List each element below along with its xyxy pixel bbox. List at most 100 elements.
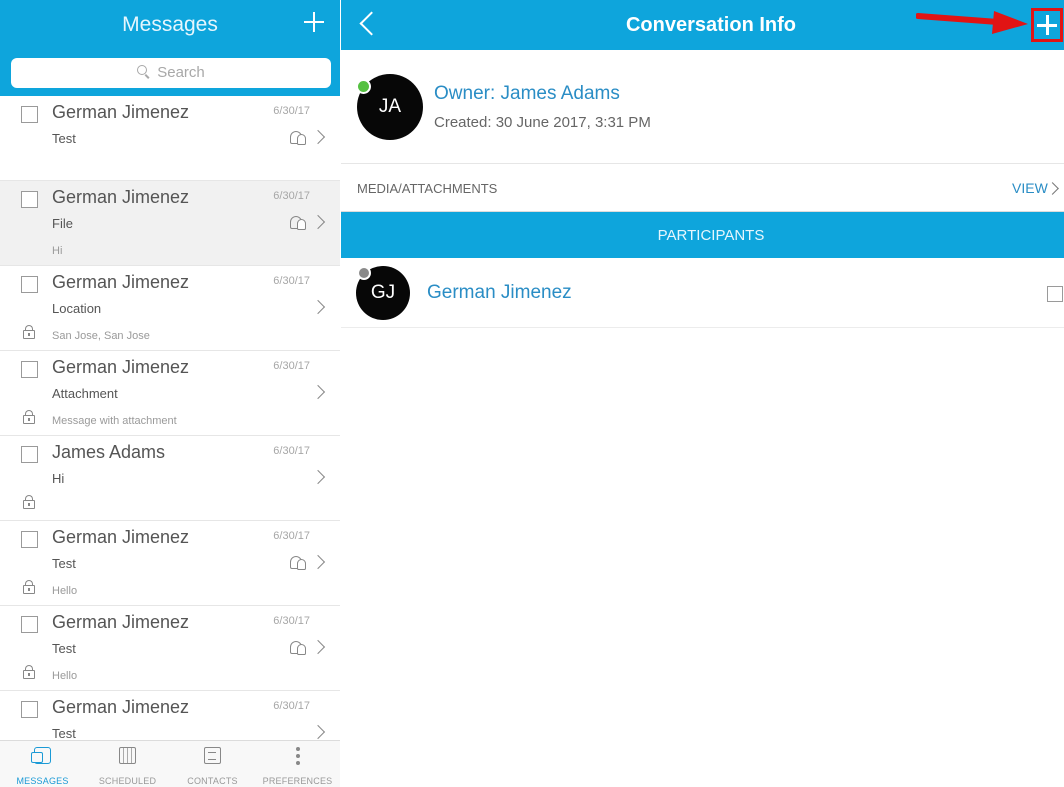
message-checkbox[interactable] [21, 531, 38, 548]
message-list-item[interactable]: German Jimenez 6/30/17 Test Hello [0, 606, 340, 691]
message-list-item[interactable]: German Jimenez 6/30/17 Test [0, 96, 340, 181]
message-date: 6/30/17 [273, 360, 310, 372]
message-subject: Test [52, 131, 76, 146]
message-sender: German Jimenez [52, 187, 190, 207]
search-placeholder: Search [157, 64, 205, 81]
lock-icon [23, 665, 35, 679]
message-preview: Hello [52, 670, 78, 682]
red-arrow-annotation-icon [916, 11, 1028, 34]
media-attachments-label: MEDIA/ATTACHMENTS [357, 181, 498, 196]
message-date: 6/30/17 [273, 190, 310, 202]
chevron-right-icon [310, 469, 326, 485]
message-list-item[interactable]: German Jimenez 6/30/17 Attachment Message w… [0, 351, 340, 436]
message-list-item[interactable]: German Jimenez 6/30/17 Test Hello [0, 521, 340, 606]
message-sender: German Jimenez [52, 357, 190, 377]
message-checkbox[interactable] [21, 106, 38, 123]
message-sender: James Adams [52, 442, 166, 462]
lock-icon [23, 580, 35, 594]
message-list-item[interactable]: James Adams 6/30/17 Hi [0, 436, 340, 521]
message-list: German Jimenez 6/30/17 Test German Jimenez 6… [0, 96, 340, 740]
chevron-right-icon [310, 639, 326, 655]
chevron-right-icon [310, 554, 326, 570]
message-sender: German Jimenez [52, 102, 190, 122]
message-preview: Hi [52, 245, 63, 257]
message-date: 6/30/17 [273, 275, 310, 287]
conversation-info-pane: Conversation Info JA Owner: James Adams … [341, 0, 1064, 787]
message-checkbox[interactable] [21, 276, 38, 293]
tab-label: MESSAGES [16, 776, 69, 786]
lock-icon [23, 495, 35, 509]
message-date: 6/30/17 [273, 445, 310, 457]
message-list-item[interactable]: German Jimenez 6/30/17 Test [0, 691, 340, 740]
message-checkbox[interactable] [21, 616, 38, 633]
message-date: 6/30/17 [273, 105, 310, 117]
messages-title: Messages [122, 13, 218, 36]
tab-contacts[interactable]: CONTACTS [170, 741, 255, 787]
message-subject: Attachment [52, 386, 118, 401]
chevron-right-icon [1046, 182, 1059, 195]
message-date: 6/30/17 [273, 700, 310, 712]
lock-icon [23, 325, 35, 339]
message-sender: German Jimenez [52, 612, 190, 632]
message-date: 6/30/17 [273, 615, 310, 627]
chevron-right-icon [310, 299, 326, 315]
chevron-right-icon [310, 214, 326, 230]
tab-messages[interactable]: MESSAGES [0, 741, 85, 787]
message-subject: Hi [52, 471, 65, 486]
participant-name[interactable]: German Jimenez [427, 282, 572, 304]
participants-section-header: PARTICIPANTS [341, 212, 1064, 258]
message-sender: German Jimenez [52, 697, 190, 717]
calendar-icon [119, 747, 136, 764]
new-message-button[interactable] [302, 10, 326, 34]
group-icon [290, 130, 308, 146]
message-list-item[interactable]: German Jimenez 6/30/17 File Hi [0, 181, 340, 266]
lock-icon [23, 410, 35, 424]
search-bar: Search [0, 50, 340, 96]
message-checkbox[interactable] [21, 701, 38, 718]
message-subject: Test [52, 726, 76, 740]
messages-pane: Messages Search German Jimenez 6/30/17 Tes… [0, 0, 340, 787]
more-icon [296, 747, 300, 764]
participant-row[interactable]: GJ German Jimenez [341, 258, 1064, 328]
contacts-icon [204, 747, 221, 764]
message-subject: Test [52, 641, 76, 656]
tab-bar: MESSAGES SCHEDULED CONTACTS PREFERENCES [0, 740, 340, 787]
message-list-item[interactable]: German Jimenez 6/30/17 Location San Jose, S… [0, 266, 340, 351]
message-preview: Hello [52, 585, 78, 597]
message-preview: Message with attachment [52, 415, 177, 427]
message-date: 6/30/17 [273, 530, 310, 542]
chevron-right-icon [310, 384, 326, 400]
message-checkbox[interactable] [21, 361, 38, 378]
search-input[interactable]: Search [11, 58, 331, 88]
chevron-right-icon [310, 129, 326, 145]
message-sender: German Jimenez [52, 527, 190, 547]
add-participant-button[interactable] [1031, 8, 1063, 42]
message-subject: File [52, 216, 73, 231]
tab-scheduled[interactable]: SCHEDULED [85, 741, 170, 787]
view-link[interactable]: VIEW [1012, 180, 1048, 196]
conversation-info-header: Conversation Info [341, 0, 1064, 50]
tab-label: PREFERENCES [262, 776, 333, 786]
message-preview: San Jose, San Jose [52, 330, 150, 342]
created-date: Created: 30 June 2017, 3:31 PM [434, 114, 651, 131]
messages-icon [31, 747, 51, 764]
participant-checkbox[interactable] [1047, 286, 1063, 302]
message-subject: Location [52, 301, 102, 316]
media-attachments-row[interactable]: MEDIA/ATTACHMENTS VIEW [341, 164, 1064, 212]
chevron-right-icon [310, 724, 326, 740]
message-checkbox[interactable] [21, 191, 38, 208]
messages-header: Messages [0, 0, 340, 50]
search-icon [137, 65, 151, 79]
message-checkbox[interactable] [21, 446, 38, 463]
group-icon [290, 640, 308, 656]
online-status-icon [356, 79, 371, 94]
offline-status-icon [357, 266, 371, 280]
tab-label: SCHEDULED [98, 776, 157, 786]
owner-row: JA Owner: James Adams Created: 30 June 2… [341, 50, 1064, 164]
group-icon [290, 555, 308, 571]
message-sender: German Jimenez [52, 272, 190, 292]
participants-label: PARTICIPANTS [657, 227, 765, 244]
tab-preferences[interactable]: PREFERENCES [255, 741, 340, 787]
owner-name[interactable]: Owner: James Adams [434, 83, 620, 105]
group-icon [290, 215, 308, 231]
